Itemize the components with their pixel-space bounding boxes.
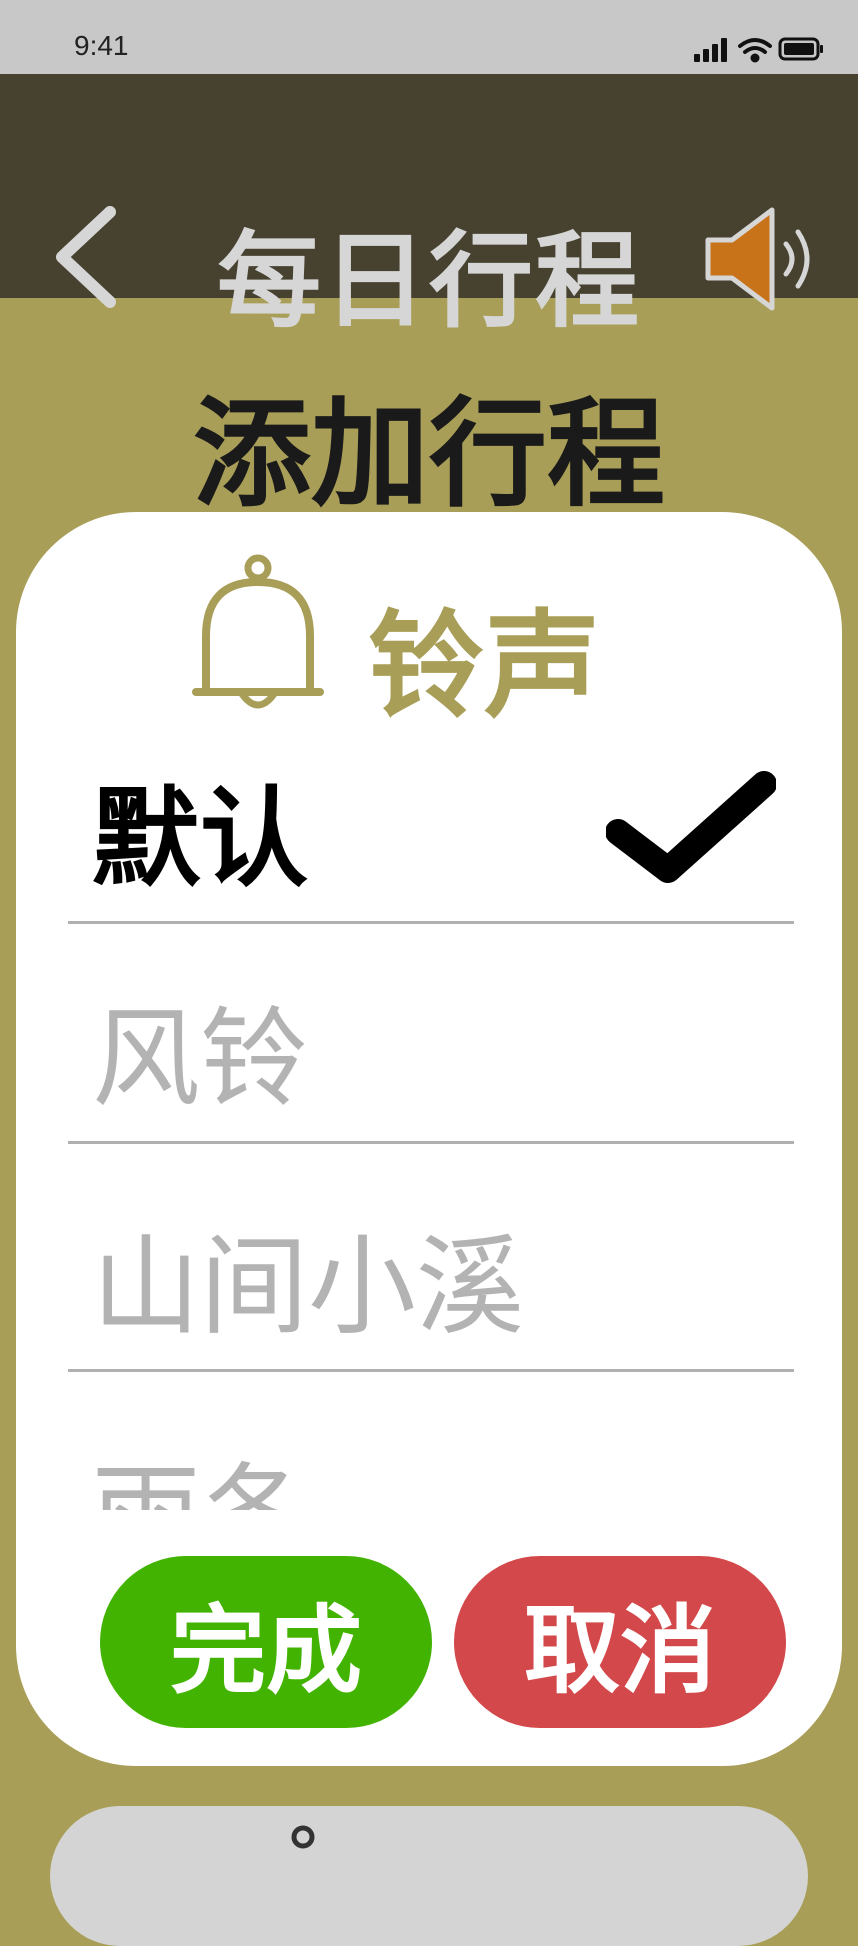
checkmark-icon	[606, 771, 776, 883]
ringtone-option-windchime[interactable]: 风铃	[68, 924, 794, 1144]
ringtone-option-rain[interactable]: 雨冬	[68, 1372, 794, 1510]
ringtone-option-mountain-stream[interactable]: 山间小溪	[68, 1144, 794, 1372]
cancel-button[interactable]: 取消	[454, 1556, 786, 1728]
status-icons	[694, 37, 823, 63]
next-card[interactable]	[50, 1806, 808, 1946]
sheet-header: 铃声	[16, 544, 842, 734]
option-label: 默认	[92, 777, 309, 902]
status-bar: 9:41	[0, 0, 858, 74]
option-label: 风铃	[92, 997, 309, 1122]
ringtone-list[interactable]: 默认 风铃 山间小溪 雨冬	[16, 742, 842, 1510]
wifi-icon	[738, 38, 772, 63]
sheet-title: 铃声	[368, 599, 600, 734]
bell-icon	[192, 554, 324, 709]
bell-icon	[291, 1825, 315, 1849]
ringtone-option-default[interactable]: 默认	[68, 742, 794, 924]
signal-icon	[694, 38, 727, 62]
option-label: 雨冬	[92, 1428, 308, 1510]
nav-bar: 每日行程	[0, 74, 858, 342]
done-button[interactable]: 完成	[100, 1556, 432, 1728]
speaker-icon[interactable]	[702, 204, 826, 314]
section-title: 添加行程	[192, 385, 665, 523]
status-time: 9:41	[74, 30, 129, 61]
battery-icon	[778, 37, 823, 61]
ringtone-sheet: 铃声 默认 风铃 山间小溪 雨冬 完成 取消	[16, 512, 842, 1766]
option-label: 山间小溪	[92, 1225, 525, 1350]
